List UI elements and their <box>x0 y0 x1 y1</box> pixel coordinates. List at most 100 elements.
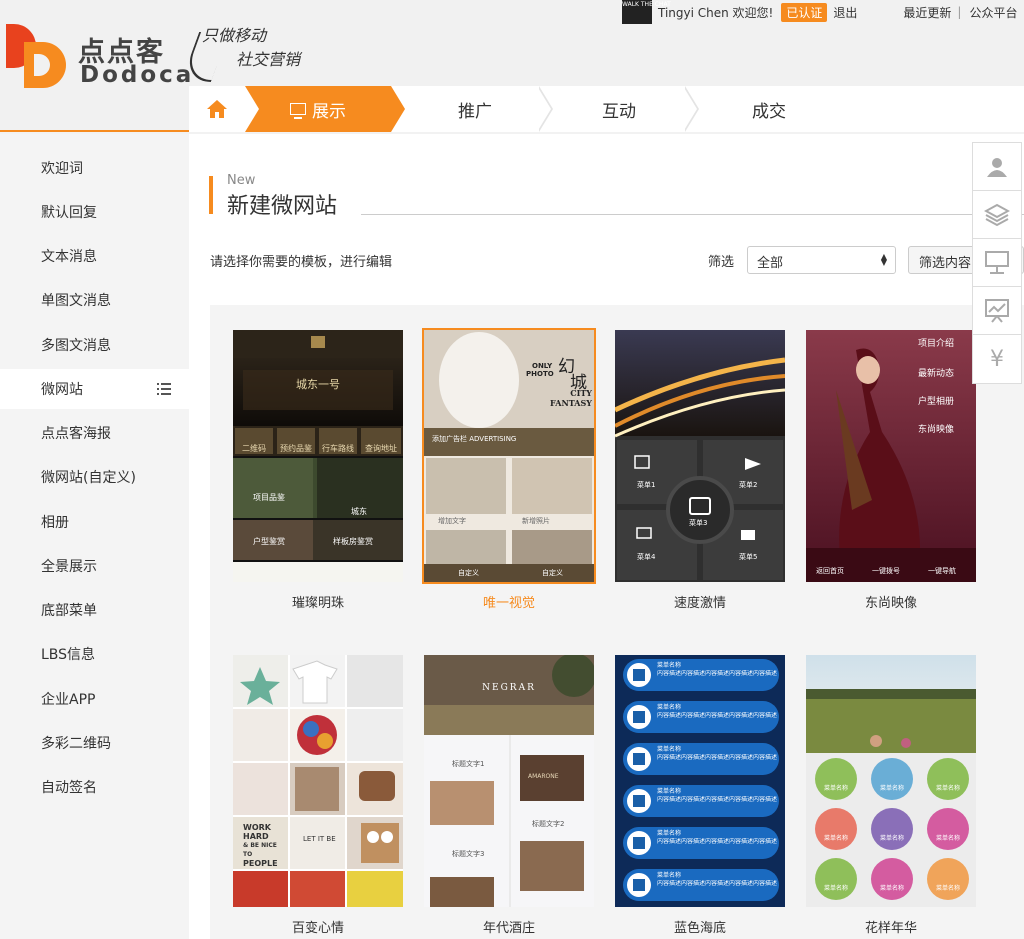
menu-circle-label: 菜单名称 <box>935 785 960 792</box>
home-button[interactable] <box>189 86 245 132</box>
sidebar-item-album[interactable]: 相册 <box>0 502 189 542</box>
slogan: 只做移动 社交营销 <box>180 22 326 82</box>
template-name[interactable]: 百变心情 <box>233 917 403 936</box>
template-grid: 城东一号 二维码 预约品鉴 行车路线 查询地址 项目品鉴 城东 户型鉴赏 样板房… <box>210 305 1024 939</box>
logo[interactable]: 点点客 Dodoca <box>6 22 191 94</box>
page-title: 新建微网站 <box>227 194 338 219</box>
template-name[interactable]: 花样年华 <box>806 917 976 936</box>
public-platform-link[interactable]: 公众平台 <box>969 4 1017 21</box>
template-card-6[interactable]: NEGRAR 标题文字1 标题文字2 标题文字3 AMARONE 年代酒庄 <box>424 655 594 936</box>
template-card-3[interactable]: 菜单1 菜单2 菜单3 菜单4 菜单5 速度激情 <box>615 330 785 611</box>
template-thumb[interactable]: WORK HARD & BE NICE TO PEOPLE LET IT BE <box>233 655 403 907</box>
menu-circle-label: 菜单名称 <box>935 835 960 842</box>
nav-tab-promote[interactable]: 推广 <box>405 86 545 132</box>
instructions-text: 请选择你需要的模板，进行编辑 <box>210 255 393 270</box>
template-name[interactable]: 唯一视觉 <box>424 592 594 611</box>
yen-icon-button[interactable]: ¥ <box>973 335 1021 383</box>
menu-circle-label: 菜单名称 <box>823 835 848 842</box>
menu-circle-label: 菜单名称 <box>935 885 960 892</box>
filter-label: 筛选 <box>708 255 735 270</box>
logout-link[interactable]: 退出 <box>833 4 857 21</box>
template-card-8[interactable]: 菜单名称 菜单名称 菜单名称 菜单名称 菜单名称 菜单名称 菜单名称 菜单名称 菜单名称 花样年… <box>806 655 976 936</box>
template-card-7[interactable]: 菜单名称 内容描述内容描述内容描述内容描述内容描述 菜单名称 内容描述内容描述内… <box>615 655 785 936</box>
sidebar-item-micro-site[interactable]: 微网站 <box>0 369 189 409</box>
template-card-4[interactable]: 项目介绍 最新动态 户型相册 东尚映像 返回首页 一键拨号 一键导航 东尚映像 <box>806 330 976 611</box>
nav-tab-deal[interactable]: 成交 <box>699 86 839 132</box>
sidebar-item-text-message[interactable]: 文本消息 <box>0 236 189 276</box>
title-accent <box>209 176 213 214</box>
sidebar-item-lbs[interactable]: LBS信息 <box>0 634 189 674</box>
menu-circle <box>815 858 857 900</box>
header: 点点客 Dodoca 只做移动 社交营销 WALK THE CHAT Tingy… <box>0 0 1024 132</box>
logo-mark-orange <box>24 42 66 88</box>
menu-circle-label: 菜单名称 <box>879 885 904 892</box>
recent-updates-link[interactable]: 最近更新 <box>903 4 951 21</box>
menu-circle <box>815 808 857 850</box>
main-nav: 展示 推广 互动 成交 <box>189 86 1024 132</box>
menu-circle <box>927 858 969 900</box>
sidebar-item-micro-site-custom[interactable]: 微网站(自定义) <box>0 457 189 497</box>
template-thumb[interactable]: 菜单名称 菜单名称 菜单名称 菜单名称 菜单名称 菜单名称 菜单名称 菜单名称 菜单名称 <box>806 655 976 907</box>
sidebar-item-poster[interactable]: 点点客海报 <box>0 413 189 453</box>
sidebar-item-qrcode[interactable]: 多彩二维码 <box>0 723 189 763</box>
sidebar-item-default-reply[interactable]: 默认回复 <box>0 192 189 232</box>
template-thumb[interactable]: 菜单1 菜单2 菜单3 菜单4 菜单5 <box>615 330 785 582</box>
walk-the-chat-badge: WALK THE CHAT <box>622 0 671 24</box>
title-divider <box>361 214 1024 215</box>
nav-chevron <box>683 86 699 132</box>
menu-circle <box>927 808 969 850</box>
chart-icon-button[interactable] <box>973 287 1021 335</box>
template-thumb[interactable]: 项目介绍 最新动态 户型相册 东尚映像 返回首页 一键拨号 一键导航 <box>806 330 976 582</box>
sidebar-item-welcome[interactable]: 欢迎词 <box>0 148 189 188</box>
menu-circle <box>815 758 857 800</box>
slogan-line1: 只做移动 <box>202 26 267 45</box>
list-icon <box>157 383 171 395</box>
filter-select[interactable]: 全部 ▲ ▼ <box>747 246 896 274</box>
nav-tab-interact[interactable]: 互动 <box>553 86 685 132</box>
sidebar-item-multi-news[interactable]: 多图文消息 <box>0 325 189 365</box>
verified-badge: 已认证 <box>781 2 828 22</box>
chart-icon <box>985 298 1009 323</box>
layers-icon-button[interactable] <box>973 191 1021 239</box>
sidebar-item-bottom-menu[interactable]: 底部菜单 <box>0 590 189 630</box>
select-arrows-icon: ▲ ▼ <box>880 252 887 267</box>
template-thumb[interactable]: 菜单名称 内容描述内容描述内容描述内容描述内容描述 菜单名称 内容描述内容描述内… <box>615 655 785 907</box>
menu-circle-label: 菜单名称 <box>879 835 904 842</box>
template-thumb[interactable]: ONLY PHOTO 幻 城 CITY FANTASY 添加广告栏 ADVERT… <box>422 328 596 584</box>
template-card-2[interactable]: ONLY PHOTO 幻 城 CITY FANTASY 添加广告栏 ADVERT… <box>422 328 596 611</box>
sidebar: 欢迎词 默认回复 文本消息 单图文消息 多图文消息 微网站 点点客海报 微网站(… <box>0 134 189 939</box>
monitor-icon-button[interactable] <box>973 239 1021 287</box>
user-icon <box>987 157 1007 177</box>
template-card-1[interactable]: 城东一号 二维码 预约品鉴 行车路线 查询地址 项目品鉴 城东 户型鉴赏 样板房… <box>233 330 403 611</box>
nav-tab-display[interactable]: 展示 <box>245 86 405 132</box>
sidebar-item-single-news[interactable]: 单图文消息 <box>0 280 189 320</box>
template-name[interactable]: 年代酒庄 <box>424 917 594 936</box>
logo-name-en: Dodoca <box>80 62 195 88</box>
yen-icon: ¥ <box>990 346 1004 372</box>
sidebar-item-enterprise-app[interactable]: 企业APP <box>0 679 189 719</box>
sidebar-item-panorama[interactable]: 全景展示 <box>0 546 189 586</box>
layers-icon <box>984 203 1010 226</box>
template-name[interactable]: 速度激情 <box>615 592 785 611</box>
top-bar: WALK THE CHAT Tingyi Chen 欢迎您! 已认证 退出 最近… <box>622 0 1024 24</box>
template-name[interactable]: 璀璨明珠 <box>233 592 403 611</box>
template-name[interactable]: 蓝色海底 <box>615 917 785 936</box>
user-icon-button[interactable] <box>973 143 1021 191</box>
monitor-icon <box>985 250 1009 274</box>
menu-circle <box>871 858 913 900</box>
template-thumb[interactable]: NEGRAR 标题文字1 标题文字2 标题文字3 AMARONE <box>424 655 594 907</box>
floating-toolbar: ¥ <box>972 142 1022 384</box>
template-card-5[interactable]: WORK HARD & BE NICE TO PEOPLE LET IT BE … <box>233 655 403 936</box>
template-name[interactable]: 东尚映像 <box>806 592 976 611</box>
monitor-icon <box>290 103 306 119</box>
user-greeting[interactable]: Tingyi Chen 欢迎您! <box>658 4 773 21</box>
template-thumb[interactable]: 城东一号 二维码 预约品鉴 行车路线 查询地址 项目品鉴 城东 户型鉴赏 样板房… <box>233 330 403 582</box>
slogan-line2: 社交营销 <box>236 50 301 69</box>
template-1-title: 城东一号 <box>296 378 340 391</box>
nav-chevron <box>537 86 553 132</box>
menu-circle <box>927 758 969 800</box>
menu-circle-label: 菜单名称 <box>879 785 904 792</box>
home-icon <box>207 100 227 118</box>
menu-circle-label: 菜单名称 <box>823 785 848 792</box>
sidebar-item-auto-sign[interactable]: 自动签名 <box>0 767 189 807</box>
